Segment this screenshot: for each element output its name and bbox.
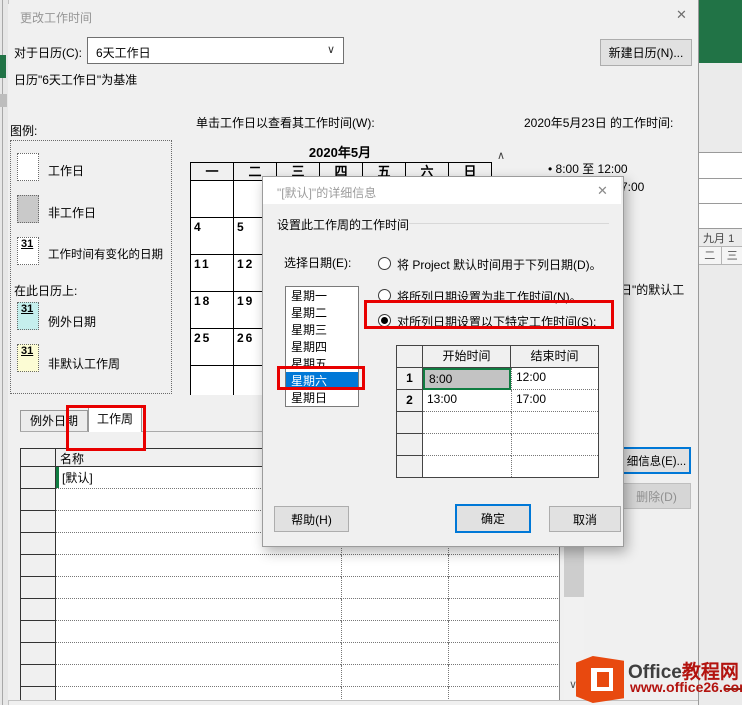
watermark-underline bbox=[725, 688, 742, 690]
week-table-row[interactable] bbox=[21, 599, 560, 621]
end-time-cell[interactable]: 17:00 bbox=[511, 390, 598, 412]
end-time-cell[interactable]: 12:00 bbox=[511, 368, 598, 390]
legend-label-nonworking: 非工作日 bbox=[48, 206, 97, 220]
day-item-sunday[interactable]: 星期日 bbox=[286, 389, 358, 406]
week-table-row[interactable] bbox=[21, 621, 560, 643]
row-num: 1 bbox=[397, 368, 423, 390]
select-days-label: 选择日期(E): bbox=[284, 256, 352, 270]
bg-table-rows bbox=[699, 152, 742, 229]
day-item-thursday[interactable]: 星期四 bbox=[286, 338, 358, 355]
week-table-row[interactable] bbox=[21, 665, 560, 687]
bg-left-green-fragment bbox=[0, 55, 6, 78]
worktime-panel-title: 2020年5月23日 的工作时间: bbox=[524, 116, 674, 130]
chevron-down-icon[interactable]: ∨ bbox=[327, 43, 335, 56]
for-calendar-label: 对于日历(C): bbox=[14, 46, 82, 60]
legend-title: 图例: bbox=[10, 124, 38, 138]
office-logo-icon bbox=[576, 656, 624, 703]
calendar-day-cell[interactable]: 18 bbox=[191, 292, 234, 329]
close-icon[interactable]: ✕ bbox=[676, 7, 687, 23]
legend-label-working: 工作日 bbox=[48, 164, 85, 178]
legend-swatch-nonworking bbox=[17, 195, 39, 223]
bg-timescale-days: 二 三 bbox=[699, 246, 742, 265]
calendar-scroll-up-icon[interactable]: ∧ bbox=[497, 149, 505, 162]
on-this-calendar-label: 在此日历上: bbox=[14, 284, 78, 298]
details-dialog-title: "[默认]"的详细信息 bbox=[277, 186, 377, 200]
legend-swatch-working bbox=[17, 153, 39, 181]
base-calendar-note: 日历"6天工作日"为基准 bbox=[14, 73, 138, 87]
week-table-row[interactable] bbox=[21, 687, 560, 700]
row-selector[interactable] bbox=[21, 467, 56, 489]
bg-timescale-month: 九月 1 bbox=[703, 233, 735, 245]
watermark-url: www.office26.com bbox=[630, 679, 742, 695]
calendar-day-cell[interactable] bbox=[191, 366, 234, 395]
delete-button: 删除(D) bbox=[622, 483, 691, 509]
calendar-day-cell[interactable]: 4 bbox=[191, 218, 234, 255]
calendar-day-cell[interactable]: 25 bbox=[191, 329, 234, 366]
details-button[interactable]: 细信息(E)... bbox=[622, 447, 691, 474]
bg-app-green-block bbox=[699, 0, 742, 63]
calendar-combobox-value: 6天工作日 bbox=[96, 46, 151, 60]
worktime-line1: • 8:00 至 12:00 bbox=[548, 162, 628, 176]
day-item-wednesday[interactable]: 星期三 bbox=[286, 321, 358, 338]
legend-label-nondefault-week: 非默认工作周 bbox=[48, 357, 121, 371]
worktime-line2-fragment: 7:00 bbox=[621, 180, 645, 194]
legend-label-exception: 例外日期 bbox=[48, 315, 97, 329]
base-week-text-fragment: 日"的默认工 bbox=[620, 283, 685, 297]
default-details-dialog: "[默认]"的详细信息 ✕ 设置此工作周的工作时间 选择日期(E): 将 Pro… bbox=[262, 176, 624, 547]
legend-swatch-nondefault-week: 31 bbox=[17, 344, 39, 372]
calendar-day-cell[interactable]: 11 bbox=[191, 255, 234, 292]
cancel-button[interactable]: 取消 bbox=[549, 506, 621, 532]
help-button[interactable]: 帮助(H) bbox=[274, 506, 349, 532]
start-time-header: 开始时间 bbox=[423, 346, 511, 368]
legend-swatch-exception: 31 bbox=[17, 302, 39, 330]
weekday-header: 一 bbox=[191, 163, 234, 181]
day-item-tuesday[interactable]: 星期二 bbox=[286, 304, 358, 321]
week-table-row[interactable] bbox=[21, 643, 560, 665]
new-calendar-button[interactable]: 新建日历(N)... bbox=[600, 39, 692, 66]
calendar-day-cell[interactable] bbox=[191, 181, 234, 218]
annotation-box-saturday-item bbox=[277, 366, 365, 390]
radio-use-default-times[interactable] bbox=[378, 257, 391, 270]
radio-use-default-label[interactable]: 将 Project 默认时间用于下列日期(D)。 bbox=[397, 256, 602, 273]
week-table-row[interactable] bbox=[21, 555, 560, 577]
calendar-month-title: 2020年5月 bbox=[308, 145, 372, 160]
end-time-header: 结束时间 bbox=[511, 346, 598, 368]
close-icon[interactable]: ✕ bbox=[597, 183, 608, 199]
day-item-monday[interactable]: 星期一 bbox=[286, 287, 358, 304]
group-divider bbox=[409, 223, 609, 224]
annotation-box-work-week-tab bbox=[66, 405, 146, 451]
bg-left-text-fragment bbox=[0, 94, 7, 107]
annotation-box-specific-times-radio bbox=[364, 300, 614, 329]
watermark: Office教程网 www.office26.com bbox=[570, 652, 742, 705]
week-table-row[interactable] bbox=[21, 577, 560, 599]
bg-right-strip: 九月 1 二 三 bbox=[698, 0, 742, 705]
group-label: 设置此工作周的工作时间 bbox=[277, 218, 410, 232]
row-num: 2 bbox=[397, 390, 423, 412]
dialog-title: 更改工作时间 bbox=[20, 11, 93, 25]
ok-button[interactable]: 确定 bbox=[455, 504, 531, 533]
time-table-corner bbox=[397, 346, 423, 368]
details-dialog-titlebar[interactable]: "[默认]"的详细信息 ✕ bbox=[263, 177, 621, 204]
start-time-cell[interactable]: 13:00 bbox=[423, 390, 511, 412]
calendar-combobox[interactable]: 6天工作日 ∨ bbox=[87, 37, 344, 64]
work-time-table[interactable]: 开始时间 结束时间 1 8:00 12:00 2 13:00 17:00 bbox=[396, 345, 599, 478]
legend-label-edited: 工作时间有变化的日期 bbox=[48, 249, 163, 261]
start-time-cell-selected[interactable]: 8:00 bbox=[423, 368, 511, 390]
legend-swatch-edited: 31 bbox=[17, 237, 39, 265]
calendar-instruction: 单击工作日以查看其工作时间(W): bbox=[196, 116, 375, 130]
week-table-corner bbox=[21, 449, 56, 467]
